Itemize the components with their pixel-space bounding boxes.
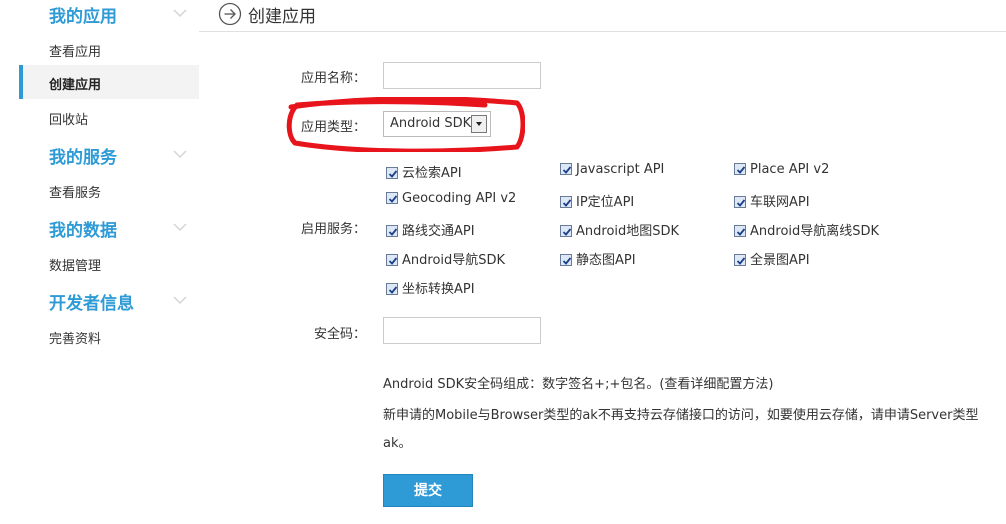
service-checkbox[interactable]: Android导航离线SDK <box>734 220 879 239</box>
service-label: 全景图API <box>750 253 810 268</box>
service-checkbox[interactable]: 坐标转换API <box>386 278 475 297</box>
service-label: 坐标转换API <box>402 282 475 297</box>
sidebar-section-developer-info[interactable]: 开发者信息 <box>49 289 134 314</box>
service-label: 云检索API <box>402 166 462 181</box>
app-type-select[interactable]: Android SDK <box>383 111 491 137</box>
service-label: Android地图SDK <box>576 224 680 239</box>
service-label: Android导航离线SDK <box>750 224 880 239</box>
checkbox-checked-icon[interactable] <box>386 167 398 179</box>
service-label: Place API v2 <box>750 162 830 177</box>
service-checkbox[interactable]: 车联网API <box>734 191 810 210</box>
checkbox-checked-icon[interactable] <box>560 225 572 237</box>
storage-notice-line2: ak。 <box>383 436 412 451</box>
checkbox-checked-icon[interactable] <box>560 254 572 266</box>
chevron-down-icon[interactable] <box>173 222 187 232</box>
service-checkbox[interactable]: 静态图API <box>560 249 636 268</box>
page-title: 创建应用 <box>248 7 316 27</box>
sidebar-section-my-services[interactable]: 我的服务 <box>49 143 117 168</box>
sidebar-item-data-management[interactable]: 数据管理 <box>49 255 101 274</box>
sidebar-active-indicator <box>19 65 23 99</box>
page-header <box>199 0 1006 32</box>
service-checkbox[interactable]: Javascript API <box>560 162 664 177</box>
sidebar-item-view-apps[interactable]: 查看应用 <box>49 41 101 60</box>
submit-button[interactable]: 提交 <box>383 474 473 507</box>
checkbox-checked-icon[interactable] <box>560 163 572 175</box>
chevron-down-icon[interactable] <box>173 295 187 305</box>
dropdown-arrow-icon[interactable] <box>471 115 487 133</box>
service-checkbox[interactable]: 全景图API <box>734 249 810 268</box>
sidebar-item-view-services[interactable]: 查看服务 <box>49 182 101 201</box>
services-label: 启用服务： <box>300 222 366 237</box>
security-code-input[interactable] <box>383 317 541 344</box>
service-label: 车联网API <box>750 195 810 210</box>
sidebar: 我的应用 查看应用 创建应用 回收站 我的服务 查看服务 我的数据 数据管理 开… <box>0 0 199 524</box>
service-label: Android导航SDK <box>402 253 506 268</box>
service-checkbox[interactable]: 云检索API <box>386 162 462 181</box>
service-label: Geocoding API v2 <box>402 191 517 206</box>
service-label: IP定位API <box>576 195 635 210</box>
checkbox-checked-icon[interactable] <box>734 196 746 208</box>
sidebar-item-complete-profile[interactable]: 完善资料 <box>49 328 101 347</box>
arrow-right-circle-icon <box>218 2 242 26</box>
chevron-down-icon[interactable] <box>173 149 187 159</box>
chevron-down-icon[interactable] <box>173 8 187 18</box>
app-type-value: Android SDK <box>390 116 472 131</box>
sidebar-item-recycle-bin[interactable]: 回收站 <box>49 109 88 128</box>
service-checkbox[interactable]: Geocoding API v2 <box>386 191 516 206</box>
app-type-label: 应用类型： <box>300 120 366 135</box>
storage-notice-line1: 新申请的Mobile与Browser类型的ak不再支持云存储接口的访问，如要使用… <box>383 408 979 423</box>
checkbox-checked-icon[interactable] <box>734 225 746 237</box>
service-checkbox[interactable]: Android导航SDK <box>386 249 505 268</box>
app-name-label: 应用名称： <box>300 71 366 86</box>
app-name-input[interactable] <box>383 62 541 89</box>
sidebar-item-create-app[interactable]: 创建应用 <box>49 74 101 93</box>
service-checkbox[interactable]: IP定位API <box>560 191 634 210</box>
security-code-label: 安全码： <box>313 327 366 342</box>
checkbox-checked-icon[interactable] <box>734 254 746 266</box>
service-checkbox[interactable]: 路线交通API <box>386 220 475 239</box>
service-label: Javascript API <box>576 162 665 177</box>
sidebar-section-my-apps[interactable]: 我的应用 <box>49 2 117 27</box>
checkbox-checked-icon[interactable] <box>386 225 398 237</box>
sidebar-section-my-data[interactable]: 我的数据 <box>49 216 117 241</box>
checkbox-checked-icon[interactable] <box>734 163 746 175</box>
service-label: 静态图API <box>576 253 636 268</box>
service-checkbox[interactable]: Place API v2 <box>734 162 829 177</box>
service-checkbox[interactable]: Android地图SDK <box>560 220 679 239</box>
checkbox-checked-icon[interactable] <box>386 254 398 266</box>
checkbox-checked-icon[interactable] <box>560 196 572 208</box>
checkbox-checked-icon[interactable] <box>386 283 398 295</box>
service-label: 路线交通API <box>402 224 475 239</box>
sidebar-active-highlight <box>19 65 199 99</box>
checkbox-checked-icon[interactable] <box>386 192 398 204</box>
security-code-hint: Android SDK安全码组成：数字签名+;+包名。(查看详细配置方法) <box>383 377 774 392</box>
